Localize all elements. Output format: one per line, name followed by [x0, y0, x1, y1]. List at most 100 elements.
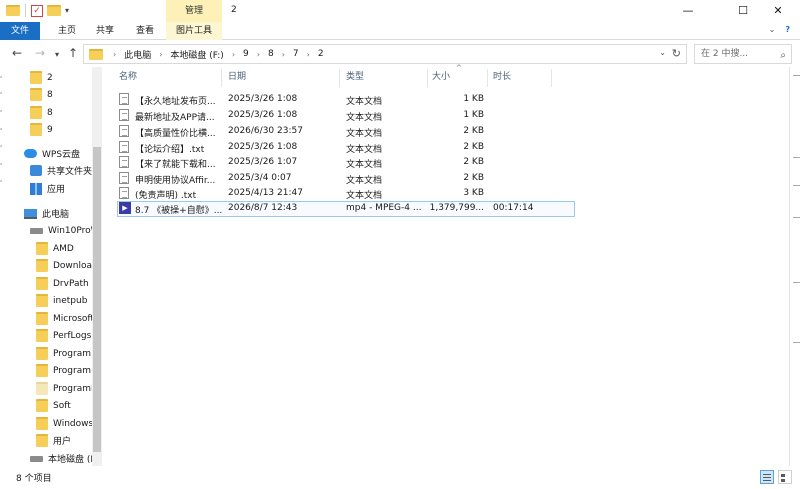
edge-mark [793, 157, 800, 158]
folder-icon [36, 434, 48, 447]
column-divider[interactable] [339, 69, 340, 87]
pane-edge: , , , , , , , [0, 67, 5, 466]
column-divider[interactable] [551, 69, 552, 87]
file-row[interactable]: (免责声明) .txt 2025/4/13 21:47 文本文档 3 KB [117, 187, 575, 202]
new-folder-icon[interactable] [47, 5, 61, 16]
tab-manage[interactable]: 管理 [166, 0, 222, 22]
folder-icon [30, 123, 42, 136]
file-size: 2 KB [463, 126, 484, 136]
nav-item-label: Soft [53, 400, 71, 411]
window-title: 2 [231, 5, 237, 15]
folder-icon [36, 382, 48, 395]
file-row-selected[interactable]: ▶ 8.7 《被操+自慰》... 2026/8/7 12:43 mp4 - MP… [117, 201, 575, 217]
address-bar[interactable]: › 此电脑 › 本地磁盘 (F:) › 9 › 8 › 7 › 2 ⌄ ↻ [83, 44, 687, 64]
expand-ribbon-icon[interactable]: ⌄ [769, 25, 776, 34]
nav-item-label: PerfLogs [53, 330, 92, 341]
tab-home[interactable]: 主页 [50, 22, 84, 40]
breadcrumb-chevron-icon[interactable]: › [307, 50, 310, 59]
edge-mark: , [0, 105, 3, 113]
large-icons-view-button[interactable] [778, 470, 792, 484]
tab-share[interactable]: 共享 [88, 22, 122, 40]
edge-mark [793, 342, 800, 343]
breadcrumb-chevron-icon[interactable]: › [257, 50, 260, 59]
column-header-size[interactable]: 大小 [432, 67, 450, 87]
breadcrumb-folder-8[interactable]: 8 [268, 49, 274, 59]
column-divider[interactable] [221, 69, 222, 87]
column-header-name[interactable]: 名称 [119, 67, 137, 87]
nav-item-label: AMD [53, 243, 74, 254]
folder-icon [36, 312, 48, 325]
folder-icon [36, 364, 48, 377]
breadcrumb-chevron-icon[interactable]: › [232, 50, 235, 59]
nav-item-label: 2 [47, 72, 53, 83]
file-row[interactable]: 【论坛介绍】.txt 2025/3/26 1:08 文本文档 2 KB [117, 141, 575, 156]
address-history-icon[interactable]: ⌄ [659, 48, 666, 57]
breadcrumb-folder-7[interactable]: 7 [293, 49, 299, 59]
breadcrumb-chevron-icon[interactable]: › [159, 50, 162, 59]
file-row[interactable]: 【来了就能下载和... 2025/3/26 1:07 文本文档 2 KB [117, 156, 575, 171]
file-date: 2026/8/7 12:43 [228, 203, 298, 213]
details-view-button[interactable] [760, 470, 774, 484]
close-button[interactable]: ✕ [756, 0, 800, 22]
column-divider[interactable] [427, 69, 428, 87]
breadcrumb-drive-f[interactable]: 本地磁盘 (F:) [170, 48, 223, 61]
status-bar: 8 个项目 [0, 466, 800, 489]
edge-mark [793, 217, 800, 218]
column-header-duration[interactable]: 时长 [493, 67, 511, 87]
up-button[interactable]: ↑ [68, 46, 78, 60]
column-divider[interactable] [487, 69, 488, 87]
file-row[interactable]: 【高质量性价比横... 2026/6/30 23:57 文本文档 2 KB [117, 125, 575, 140]
edge-mark: , [0, 123, 3, 131]
file-row[interactable]: 申明使用协议Affir... 2025/3/4 0:07 文本文档 2 KB [117, 172, 575, 187]
file-row[interactable]: 【永久地址发布页... 2025/3/26 1:08 文本文档 1 KB [117, 93, 575, 108]
file-type: 文本文档 [346, 191, 383, 201]
file-date: 2025/3/26 1:08 [228, 110, 298, 120]
breadcrumb-chevron-icon[interactable]: › [282, 50, 285, 59]
share-icon [30, 165, 42, 176]
file-name: 申明使用协议Affir... [135, 176, 216, 186]
breadcrumb-folder-2[interactable]: 2 [318, 49, 324, 59]
folder-icon [36, 294, 48, 307]
folder-icon [89, 48, 103, 60]
breadcrumb-folder-9[interactable]: 9 [243, 49, 249, 59]
refresh-icon[interactable]: ↻ [672, 47, 681, 60]
edge-mark: , [0, 158, 3, 166]
folder-icon [30, 88, 42, 101]
search-input[interactable]: 在 2 中搜... ⌕ [694, 44, 792, 64]
file-type: 文本文档 [346, 97, 383, 107]
nav-scrollbar[interactable] [92, 67, 102, 466]
recent-locations-icon[interactable]: ▾ [55, 48, 59, 62]
column-header-date[interactable]: 日期 [228, 67, 246, 87]
tab-picture-tools[interactable]: 图片工具 [166, 22, 222, 40]
tab-file[interactable]: 文件 [0, 22, 40, 40]
nav-item-label: 共享文件夹 [47, 167, 93, 177]
help-icon[interactable]: ? [785, 25, 790, 34]
search-icon[interactable]: ⌕ [780, 47, 786, 65]
folder-icon [6, 5, 20, 16]
back-button[interactable]: ← [12, 46, 22, 60]
minimize-button[interactable]: — [666, 0, 710, 22]
file-name: 【永久地址发布页... [135, 97, 216, 107]
file-name: 【来了就能下载和... [135, 160, 216, 170]
forward-button[interactable]: → [35, 46, 45, 60]
video-file-icon: ▶ [119, 202, 131, 214]
file-size: 3 KB [463, 188, 484, 198]
file-list: 名称 日期 类型 大小 ^ 时长 【永久地址发布页... 2025/3/26 1… [104, 64, 789, 466]
tab-view[interactable]: 查看 [128, 22, 162, 40]
file-size: 2 KB [463, 142, 484, 152]
file-name: 最新地址及APP请... [135, 113, 215, 123]
nav-scrollbar-thumb[interactable] [93, 147, 101, 452]
customize-toolbar-icon[interactable]: ▾ [65, 6, 69, 15]
breadcrumb-this-pc[interactable]: 此电脑 [124, 48, 151, 61]
column-header-type[interactable]: 类型 [346, 67, 364, 87]
nav-item-label: 用户 [53, 437, 72, 447]
drive-icon [30, 455, 43, 462]
text-file-icon [119, 125, 129, 137]
navigation-pane: , , , , , , , 2 8 8 9 WPS云盘 共享文件夹 应用 此电脑 [0, 67, 103, 466]
breadcrumb-chevron-icon: › [113, 49, 117, 59]
nav-item-label: Microsoft [53, 313, 94, 324]
folder-icon [30, 106, 42, 119]
nav-item-label: Program [53, 348, 91, 359]
file-row[interactable]: 最新地址及APP请... 2025/3/26 1:08 文本文档 1 KB [117, 109, 575, 124]
properties-icon[interactable]: ✓ [31, 4, 43, 17]
